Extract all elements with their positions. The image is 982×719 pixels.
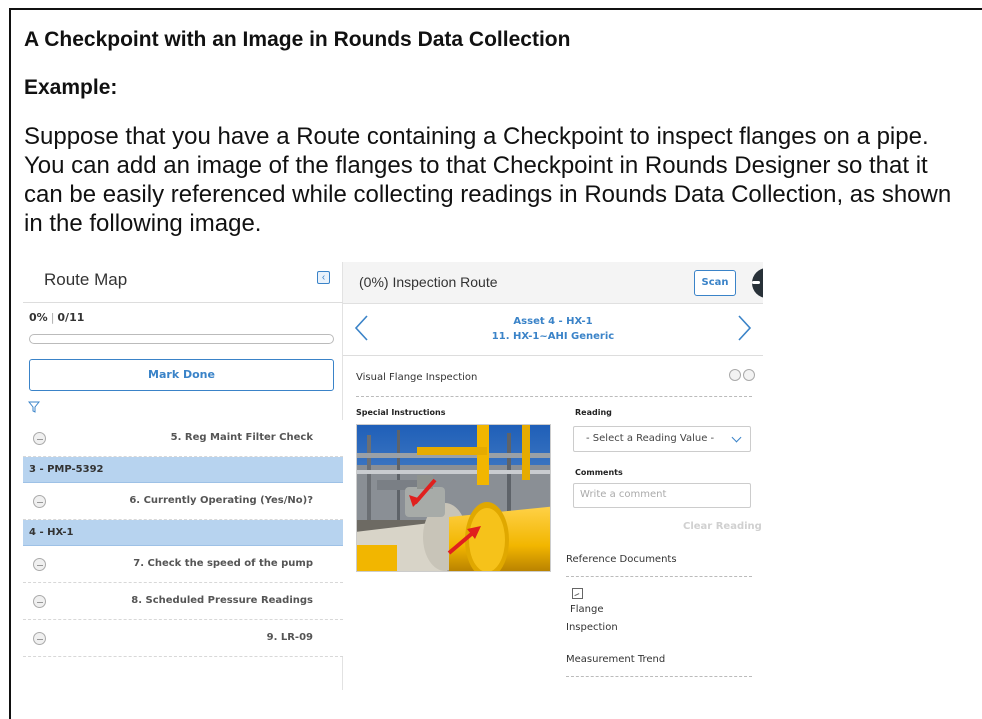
mark-done-button[interactable]: Mark Done [29, 359, 334, 391]
reference-documents-label: Reference Documents [566, 554, 677, 565]
divider [566, 576, 752, 577]
progress-text: 0% | 0/11 [29, 311, 84, 324]
status-icon [33, 632, 46, 645]
checkpoint-actions [727, 368, 755, 386]
comment-input[interactable]: Write a comment [573, 483, 751, 508]
chevron-down-icon [731, 432, 742, 443]
collapse-panel-icon[interactable]: ‹ [317, 271, 330, 284]
asset-group-row[interactable]: 4 - HX-1 [23, 520, 343, 546]
status-icon [33, 595, 46, 608]
list-item[interactable]: 9. LR-09 [23, 620, 343, 657]
comments-label: Comments [575, 468, 623, 477]
inspection-title: (0%) Inspection Route [359, 274, 498, 290]
checkpoint-name: Visual Flange Inspection [356, 372, 478, 383]
asset-navigator: Asset 4 - HX-1 11. HX-1~AHI Generic [343, 304, 763, 356]
reference-doc-link-line2[interactable]: Inspection [566, 622, 618, 633]
list-item[interactable]: 6. Currently Operating (Yes/No)? [23, 483, 343, 520]
group-label: 4 - HX-1 [29, 527, 74, 538]
progress-separator: | [50, 311, 55, 324]
action-menu-button[interactable] [752, 268, 763, 298]
clear-reading-button[interactable]: Clear Reading [683, 521, 762, 532]
asset-group-row[interactable]: 3 - PMP-5392 [23, 457, 343, 483]
status-icon [33, 495, 46, 508]
list-item[interactable]: 7. Check the speed of the pump [23, 546, 343, 583]
checkpoint-title: 11. HX-1~AHI Generic [491, 331, 615, 342]
doc-title: A Checkpoint with an Image in Rounds Dat… [24, 28, 571, 51]
checkpoint-label: 6. Currently Operating (Yes/No)? [129, 495, 313, 506]
info-icon[interactable] [729, 369, 741, 381]
group-label: 3 - PMP-5392 [29, 464, 104, 475]
inspection-panel: (0%) Inspection Route Scan Asset 4 - HX-… [343, 262, 763, 690]
checkpoint-label: 5. Reg Maint Filter Check [170, 432, 313, 443]
checkpoint-label: 7. Check the speed of the pump [133, 558, 313, 569]
list-item[interactable]: 8. Scheduled Pressure Readings [23, 583, 343, 620]
measurement-trend-label: Measurement Trend [566, 654, 666, 665]
divider [566, 676, 752, 677]
special-instructions-label: Special Instructions [356, 408, 446, 417]
flange-photo-illustration [357, 425, 550, 571]
doc-subtitle: Example: [24, 76, 118, 99]
reference-doc-link[interactable]: Flange [570, 604, 604, 615]
reading-label: Reading [575, 408, 612, 417]
scan-button[interactable]: Scan [694, 270, 736, 296]
inspection-header: (0%) Inspection Route Scan [343, 262, 763, 304]
checkpoint-label: 9. LR-09 [266, 632, 313, 643]
status-icon[interactable] [743, 369, 755, 381]
doc-paragraph: Suppose that you have a Route containing… [24, 123, 952, 237]
filter-icon[interactable] [28, 401, 40, 413]
divider [23, 302, 343, 303]
list-item[interactable]: 5. Reg Maint Filter Check [23, 420, 343, 457]
status-icon [33, 432, 46, 445]
progress-bar [29, 334, 334, 344]
status-icon [33, 558, 46, 571]
route-map-title: Route Map [44, 270, 128, 289]
image-icon[interactable] [572, 588, 583, 599]
reading-select[interactable]: - Select a Reading Value - [573, 426, 751, 452]
progress-percent: 0% [29, 311, 48, 324]
flange-photo[interactable] [356, 424, 551, 572]
chevron-right-icon[interactable] [737, 314, 753, 342]
checkpoint-list: 5. Reg Maint Filter Check 3 - PMP-5392 6… [23, 420, 343, 657]
progress-count: 0/11 [57, 311, 85, 324]
checkpoint-label: 8. Scheduled Pressure Readings [131, 595, 313, 606]
divider [356, 396, 752, 397]
reading-select-value: - Select a Reading Value - [586, 433, 715, 444]
asset-name: Asset 4 - HX-1 [513, 316, 593, 327]
route-map-panel: Route Map ‹ 0% | 0/11 Mark Done 5. Reg Mai… [23, 262, 343, 690]
app-screenshot: Route Map ‹ 0% | 0/11 Mark Done 5. Reg Mai… [23, 262, 763, 690]
